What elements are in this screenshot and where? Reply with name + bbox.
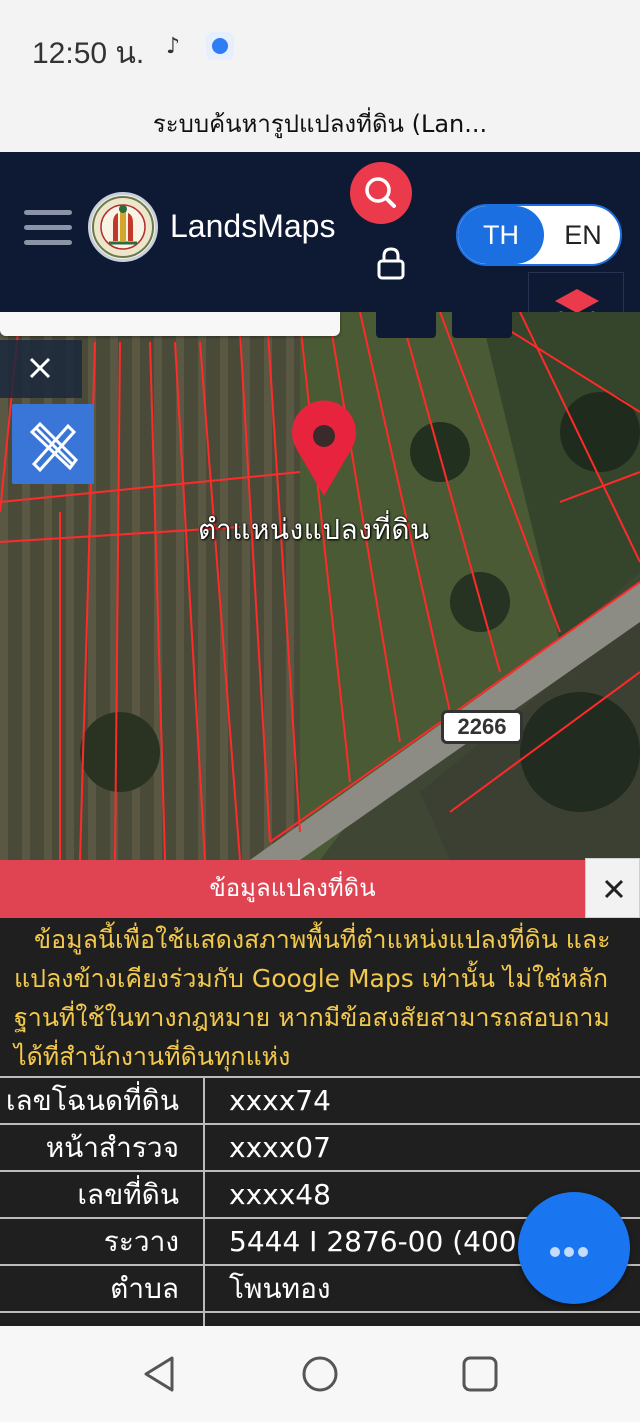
map-pin-icon[interactable] bbox=[288, 400, 360, 500]
map-search-field[interactable] bbox=[0, 312, 340, 336]
status-bar: 12:50 น. ♪ bbox=[0, 0, 640, 92]
row-value-partial bbox=[204, 1311, 640, 1326]
page-title: ระบบค้นหารูปแปลงที่ดิน (Lan... bbox=[152, 110, 488, 138]
table-row bbox=[0, 1311, 640, 1326]
close-icon bbox=[604, 879, 624, 899]
lock-icon[interactable] bbox=[376, 246, 406, 280]
more-options-button[interactable] bbox=[518, 1192, 630, 1304]
more-dots-icon bbox=[550, 1242, 592, 1261]
legal-disclaimer: ข้อมูลนี้เพื่อใช้แสดงสภาพพื้นที่ตำแหน่งแ… bbox=[14, 925, 611, 1071]
app-header: LandsMaps TH EN bbox=[0, 152, 640, 352]
department-seal-logo bbox=[88, 192, 158, 262]
row-value: xxxx74 bbox=[204, 1076, 640, 1124]
hamburger-icon[interactable] bbox=[24, 210, 72, 250]
home-icon[interactable] bbox=[300, 1354, 340, 1394]
route-shield: 2266 bbox=[441, 710, 523, 744]
search-icon bbox=[365, 177, 396, 208]
system-nav-bar bbox=[0, 1326, 640, 1422]
recent-apps-icon[interactable] bbox=[460, 1354, 500, 1394]
close-icon bbox=[29, 357, 51, 379]
table-row: เลขโฉนดที่ดิน xxxx74 bbox=[0, 1076, 640, 1124]
map-tool-button-1[interactable] bbox=[376, 312, 436, 338]
row-label: เลขที่ดิน bbox=[0, 1170, 205, 1218]
row-value: xxxx07 bbox=[204, 1123, 640, 1171]
browser-title-bar: ระบบค้นหารูปแปลงที่ดิน (Lan... bbox=[0, 92, 640, 152]
row-label: เลขโฉนดที่ดิน bbox=[0, 1076, 205, 1124]
back-icon[interactable] bbox=[140, 1354, 180, 1394]
language-toggle[interactable]: TH EN bbox=[456, 204, 622, 266]
satellite-map[interactable]: ตำแหน่งแปลงที่ดิน 2266 bbox=[0, 312, 640, 860]
row-label: ระวาง bbox=[0, 1217, 205, 1265]
row-label: ตำบล bbox=[0, 1264, 205, 1312]
app-notification-icon bbox=[206, 32, 234, 60]
row-label: หน้าสำรวจ bbox=[0, 1123, 205, 1171]
map-tool-button-2[interactable] bbox=[452, 312, 512, 338]
close-map-tool-button[interactable] bbox=[0, 340, 82, 398]
search-button[interactable] bbox=[350, 162, 412, 224]
lang-th-button[interactable]: TH bbox=[458, 206, 544, 264]
row-label-partial bbox=[0, 1311, 205, 1326]
measure-tool-button[interactable] bbox=[12, 404, 94, 484]
info-panel-title: ข้อมูลแปลงที่ดิน bbox=[0, 860, 585, 918]
pin-label: ตำแหน่งแปลงที่ดิน bbox=[198, 513, 430, 546]
info-close-button[interactable] bbox=[585, 858, 640, 918]
tiktok-notification-icon: ♪ bbox=[166, 34, 181, 59]
status-time: 12:50 น. bbox=[32, 37, 145, 70]
brand-name: LandsMaps bbox=[170, 208, 336, 244]
table-row: หน้าสำรวจ xxxx07 bbox=[0, 1123, 640, 1171]
lang-en-button[interactable]: EN bbox=[544, 206, 620, 264]
ruler-pencil-icon bbox=[29, 421, 78, 473]
